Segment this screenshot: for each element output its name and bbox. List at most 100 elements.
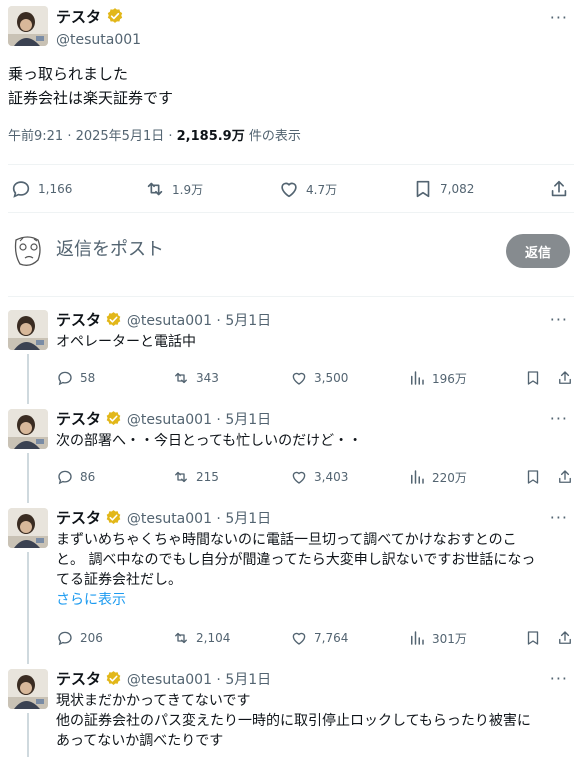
action-bar: 206 2,104 7,764 301万 bbox=[56, 626, 574, 650]
bookmark-icon bbox=[416, 180, 430, 198]
view-count: 2,185.9万 bbox=[176, 129, 245, 144]
divider bbox=[8, 296, 574, 297]
tweet-text-line: 現状まだかかってきてないです bbox=[56, 693, 251, 709]
retweet-icon bbox=[175, 372, 187, 384]
analytics-icon bbox=[411, 631, 424, 645]
reply-button[interactable]: 1,166 bbox=[10, 174, 72, 204]
reply-submit-button[interactable]: 返信 bbox=[506, 234, 570, 268]
bookmark-button[interactable] bbox=[524, 626, 542, 650]
handle-and-date[interactable]: @tesuta001 · 5月1日 bbox=[127, 412, 271, 428]
like-button[interactable]: 4.7万 bbox=[278, 174, 337, 204]
tweet-header: テスタ @tesuta001 · 5月1日 bbox=[56, 310, 271, 331]
handle-and-date[interactable]: @tesuta001 · 5月1日 bbox=[127, 511, 271, 527]
author-name[interactable]: テスタ bbox=[56, 410, 101, 428]
thread-connector bbox=[27, 453, 29, 503]
like-button[interactable]: 7,764 bbox=[290, 626, 348, 650]
tweet-timestamp[interactable]: 午前9:21 · 2025年5月1日 · bbox=[8, 129, 177, 144]
more-options-icon[interactable]: ··· bbox=[550, 510, 568, 526]
action-bar: 58 343 3,500 196万 bbox=[56, 366, 574, 390]
share-button[interactable] bbox=[556, 626, 574, 650]
heart-icon bbox=[292, 372, 306, 385]
reply-input[interactable]: 返信をポスト bbox=[56, 238, 164, 262]
verified-badge-icon bbox=[108, 8, 123, 23]
views-button[interactable]: 196万 bbox=[408, 366, 467, 390]
reply-icon bbox=[58, 631, 72, 646]
more-options-icon[interactable]: ··· bbox=[550, 671, 568, 687]
thread-tweet[interactable]: テスタ @tesuta001 · 5月1日 ··· オペレーターと電話中 58 … bbox=[8, 310, 574, 404]
reply-icon bbox=[58, 371, 72, 386]
avatar[interactable] bbox=[8, 508, 48, 548]
share-button[interactable] bbox=[548, 174, 570, 204]
reply-button[interactable]: 58 bbox=[56, 366, 95, 390]
avatar[interactable] bbox=[8, 669, 48, 709]
bookmark-icon bbox=[527, 371, 539, 385]
bookmark-button[interactable] bbox=[524, 465, 542, 489]
tweet-text-line: まずいめちゃくちゃ時間ないのに電話一旦切って調べてかけなおすとのこ bbox=[56, 532, 517, 548]
views-button[interactable]: 220万 bbox=[408, 465, 467, 489]
thread-tweet[interactable]: テスタ @tesuta001 · 5月1日 ··· 次の部署へ・・今日とっても忙… bbox=[8, 409, 574, 503]
view-count-label: 件の表示 bbox=[244, 129, 301, 144]
share-icon bbox=[559, 371, 571, 384]
thread-tweet[interactable]: テスタ @tesuta001 · 5月1日 ··· 現状まだかかってきてないです… bbox=[8, 669, 574, 757]
main-action-bar: 1,166 1.9万 4.7万 7,082 bbox=[8, 174, 574, 204]
retweet-button[interactable]: 343 bbox=[172, 366, 219, 390]
bookmark-button[interactable] bbox=[524, 366, 542, 390]
more-options-icon[interactable]: ··· bbox=[550, 411, 568, 427]
retweet-button[interactable]: 215 bbox=[172, 465, 219, 489]
analytics-icon bbox=[411, 371, 424, 385]
more-options-icon[interactable]: ··· bbox=[550, 312, 568, 328]
show-more-link[interactable]: さらに表示 bbox=[56, 590, 570, 610]
share-button[interactable] bbox=[556, 465, 574, 489]
share-icon bbox=[559, 631, 571, 644]
author-handle[interactable]: @tesuta001 bbox=[56, 30, 141, 50]
verified-badge-icon bbox=[107, 510, 121, 524]
tweet-text-line: 乗っ取られました bbox=[8, 65, 129, 83]
tweet-text-line: オペレーターと電話中 bbox=[56, 334, 196, 350]
divider bbox=[8, 212, 574, 213]
reply-button[interactable]: 86 bbox=[56, 465, 95, 489]
author-name[interactable]: テスタ bbox=[56, 6, 124, 28]
like-button[interactable]: 3,500 bbox=[290, 366, 348, 390]
reply-icon bbox=[58, 470, 72, 485]
doodle-face-icon bbox=[14, 236, 41, 266]
retweet-button[interactable]: 1.9万 bbox=[144, 174, 203, 204]
verified-badge-icon bbox=[107, 411, 121, 425]
heart-icon bbox=[292, 632, 306, 645]
verified-badge-icon bbox=[107, 671, 121, 685]
tweet-text-line: てる証券会社だし。 bbox=[56, 572, 182, 588]
retweet-icon bbox=[147, 182, 163, 196]
bookmark-icon bbox=[527, 631, 539, 645]
bookmark-icon bbox=[527, 470, 539, 484]
tweet-text-line: あってないか調べたりです bbox=[56, 733, 224, 749]
thread-connector bbox=[27, 552, 29, 664]
thread-tweet[interactable]: テスタ @tesuta001 · 5月1日 ··· まずいめちゃくちゃ時間ないの… bbox=[8, 508, 574, 664]
handle-and-date[interactable]: @tesuta001 · 5月1日 bbox=[127, 672, 271, 688]
tweet-text: オペレーターと電話中 bbox=[56, 332, 570, 352]
avatar[interactable] bbox=[8, 310, 48, 350]
reply-composer: 返信をポスト 返信 bbox=[8, 226, 574, 278]
thread-connector bbox=[27, 354, 29, 404]
tweet-header: テスタ @tesuta001 · 5月1日 bbox=[56, 508, 271, 529]
author-name[interactable]: テスタ bbox=[56, 311, 101, 329]
avatar[interactable] bbox=[8, 6, 48, 46]
share-icon bbox=[551, 180, 567, 197]
tweet-header: テスタ @tesuta001 · 5月1日 bbox=[56, 409, 271, 430]
thread-connector bbox=[27, 713, 29, 757]
share-button[interactable] bbox=[556, 366, 574, 390]
tweet-text: 次の部署へ・・今日とっても忙しいのだけど・・ bbox=[56, 431, 570, 451]
verified-badge-icon bbox=[107, 312, 121, 326]
share-icon bbox=[559, 470, 571, 483]
tweet-text-line: 証券会社は楽天証券です bbox=[8, 89, 174, 107]
handle-and-date[interactable]: @tesuta001 · 5月1日 bbox=[127, 313, 271, 329]
views-button[interactable]: 301万 bbox=[408, 626, 467, 650]
bookmark-button[interactable]: 7,082 bbox=[412, 174, 474, 204]
like-button[interactable]: 3,403 bbox=[290, 465, 348, 489]
author-name[interactable]: テスタ bbox=[56, 670, 101, 688]
more-options-icon[interactable]: ··· bbox=[550, 10, 568, 26]
retweet-button[interactable]: 2,104 bbox=[172, 626, 230, 650]
retweet-icon bbox=[175, 471, 187, 483]
tweet-header: テスタ @tesuta001 · 5月1日 bbox=[56, 669, 271, 690]
avatar[interactable] bbox=[8, 409, 48, 449]
author-name[interactable]: テスタ bbox=[56, 509, 101, 527]
reply-button[interactable]: 206 bbox=[56, 626, 103, 650]
